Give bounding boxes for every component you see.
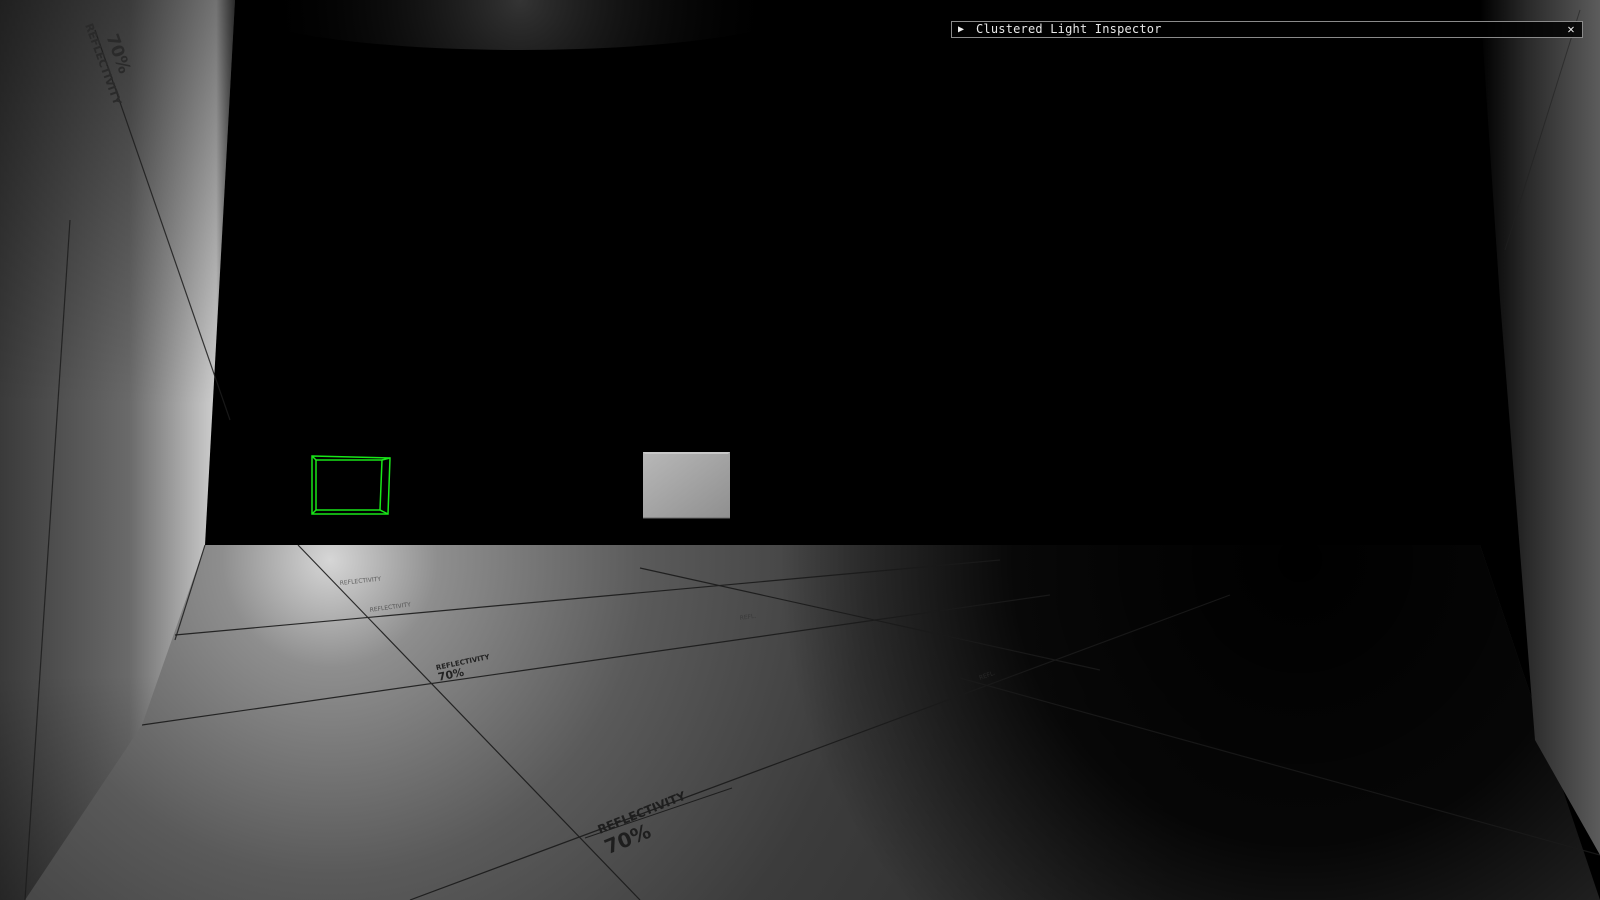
3d-viewport[interactable]: REFLECTIVITY 70% REFLECTIVITY 70% REFLEC… — [0, 0, 1600, 900]
close-icon[interactable]: ✕ — [1564, 22, 1578, 37]
scene-render: REFLECTIVITY 70% REFLECTIVITY 70% REFLEC… — [0, 0, 1600, 900]
panel-title[interactable]: Clustered Light Inspector — [976, 22, 1564, 37]
triangle-right-icon[interactable]: ▶ — [958, 22, 968, 37]
scene-cube — [643, 452, 730, 519]
clustered-light-inspector-panel[interactable]: ▶ Clustered Light Inspector ✕ — [951, 21, 1583, 38]
